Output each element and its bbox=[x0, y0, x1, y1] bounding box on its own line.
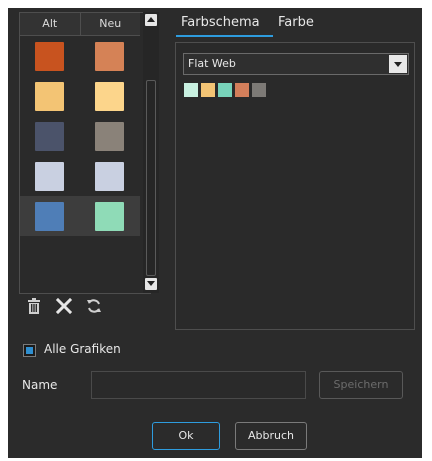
scheme-swatch[interactable] bbox=[235, 83, 249, 97]
ok-button[interactable]: Ok bbox=[152, 422, 220, 450]
scheme-dropdown-value: Flat Web bbox=[188, 57, 236, 70]
scroll-up-button[interactable] bbox=[145, 14, 157, 26]
color-scheme-panel: Flat Web bbox=[175, 42, 415, 330]
active-tab-indicator bbox=[176, 35, 273, 37]
new-color-swatch[interactable] bbox=[95, 162, 124, 191]
scheme-swatch[interactable] bbox=[201, 83, 215, 97]
list-header: Alt Neu bbox=[20, 13, 140, 36]
scroll-down-button[interactable] bbox=[145, 278, 157, 290]
scheme-swatch[interactable] bbox=[252, 83, 266, 97]
scheme-preview bbox=[184, 83, 266, 97]
list-scrollbar[interactable] bbox=[143, 12, 159, 293]
color-row[interactable] bbox=[20, 76, 140, 116]
list-toolbar bbox=[24, 296, 104, 316]
scheme-dropdown[interactable]: Flat Web bbox=[183, 53, 409, 75]
old-color-swatch[interactable] bbox=[35, 202, 64, 231]
tab-color-scheme[interactable]: Farbschema bbox=[181, 14, 260, 32]
color-row[interactable] bbox=[20, 36, 140, 76]
refresh-icon[interactable] bbox=[84, 296, 104, 316]
color-row-selected[interactable] bbox=[20, 196, 140, 236]
new-color-swatch[interactable] bbox=[95, 42, 124, 71]
color-scheme-dialog: Alt Neu Farbschema Farbe Flat Web Alle G… bbox=[8, 8, 422, 458]
color-row[interactable] bbox=[20, 116, 140, 156]
chevron-down-icon[interactable] bbox=[389, 55, 407, 73]
old-color-swatch[interactable] bbox=[35, 162, 64, 191]
color-mapping-list: Alt Neu bbox=[19, 12, 151, 294]
close-icon[interactable] bbox=[54, 296, 74, 316]
new-color-swatch[interactable] bbox=[95, 122, 124, 151]
cancel-button[interactable]: Abbruch bbox=[235, 422, 307, 450]
all-charts-checkbox[interactable] bbox=[23, 344, 36, 357]
color-row[interactable] bbox=[20, 156, 140, 196]
trash-icon[interactable] bbox=[24, 296, 44, 316]
new-color-swatch[interactable] bbox=[95, 202, 124, 231]
scheme-swatch[interactable] bbox=[218, 83, 232, 97]
name-label: Name bbox=[22, 378, 58, 392]
old-color-swatch[interactable] bbox=[35, 122, 64, 151]
new-color-swatch[interactable] bbox=[95, 82, 124, 111]
all-charts-label: Alle Grafiken bbox=[44, 342, 121, 356]
tab-color[interactable]: Farbe bbox=[278, 14, 314, 32]
old-color-swatch[interactable] bbox=[35, 82, 64, 111]
scroll-track[interactable] bbox=[146, 80, 156, 276]
save-button[interactable]: Speichern bbox=[319, 371, 403, 399]
name-input[interactable] bbox=[91, 371, 306, 399]
column-header-new: Neu bbox=[99, 17, 122, 30]
scheme-swatch[interactable] bbox=[184, 83, 198, 97]
old-color-swatch[interactable] bbox=[35, 42, 64, 71]
column-header-old: Alt bbox=[20, 13, 81, 35]
color-rows bbox=[20, 36, 140, 236]
